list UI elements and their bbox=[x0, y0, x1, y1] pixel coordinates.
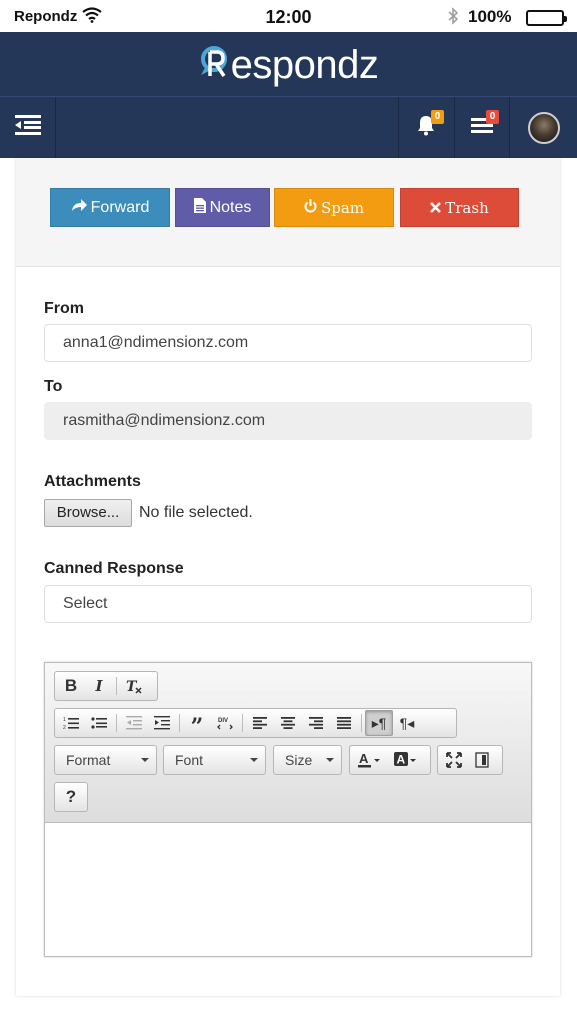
italic-icon[interactable]: I bbox=[85, 673, 113, 699]
spam-label: Spam bbox=[320, 198, 365, 217]
size-dropdown[interactable]: Size bbox=[273, 745, 342, 775]
respondz-logo[interactable]: espondz bbox=[0, 42, 577, 88]
close-x-icon bbox=[430, 199, 442, 217]
file-status-text: No file selected. bbox=[139, 504, 253, 521]
font-dropdown[interactable]: Font bbox=[163, 745, 266, 775]
brand-bar: espondz bbox=[0, 32, 577, 96]
outdent-icon[interactable] bbox=[120, 710, 148, 736]
bold-icon[interactable]: B bbox=[57, 673, 85, 699]
svg-text:A: A bbox=[397, 753, 406, 767]
chevron-down-icon bbox=[326, 758, 334, 762]
show-blocks-icon[interactable] bbox=[468, 747, 496, 773]
blockquote-icon[interactable]: ” bbox=[183, 710, 211, 740]
canned-response-label: Canned Response bbox=[44, 560, 184, 577]
svg-text:1: 1 bbox=[63, 717, 66, 723]
svg-text:2: 2 bbox=[63, 725, 66, 730]
maximize-icon[interactable] bbox=[440, 747, 468, 773]
format-dropdown[interactable]: Format bbox=[54, 745, 157, 775]
sidebar-toggle-button[interactable] bbox=[0, 97, 56, 158]
battery-icon bbox=[526, 10, 567, 26]
bulleted-list-icon[interactable] bbox=[85, 710, 113, 736]
compose-card: Forward Notes Spam Trash From anna1@ndim… bbox=[16, 158, 560, 996]
forward-label: Forward bbox=[90, 198, 150, 216]
chevron-down-icon bbox=[250, 758, 258, 762]
notifications-button[interactable]: 0 bbox=[399, 97, 453, 158]
avatar bbox=[528, 111, 560, 144]
tasks-button[interactable]: 0 bbox=[455, 97, 509, 158]
editor-content-area[interactable] bbox=[45, 823, 531, 956]
top-nav: 0 0 bbox=[0, 96, 577, 158]
colors-group: A A bbox=[349, 745, 431, 775]
share-arrow-icon bbox=[71, 198, 87, 217]
notifications-badge: 0 bbox=[431, 110, 444, 124]
notes-button[interactable]: Notes bbox=[175, 188, 270, 227]
tools-group bbox=[437, 745, 503, 775]
text-direction-ltr-icon[interactable]: ▸¶ bbox=[365, 710, 393, 736]
help-button[interactable]: ? bbox=[57, 784, 85, 810]
align-center-icon[interactable] bbox=[274, 710, 302, 736]
chevron-down-icon bbox=[141, 758, 149, 762]
attachments-label: Attachments bbox=[44, 473, 141, 490]
forward-button[interactable]: Forward bbox=[50, 188, 170, 227]
indent-icon[interactable] bbox=[148, 710, 176, 736]
from-field[interactable]: anna1@ndimensionz.com bbox=[44, 324, 532, 362]
menu-collapse-icon bbox=[14, 115, 41, 140]
svg-text:DIV: DIV bbox=[218, 718, 228, 724]
numbered-list-icon[interactable]: 12 bbox=[57, 710, 85, 736]
canned-response-select[interactable]: Select bbox=[44, 585, 532, 623]
notes-label: Notes bbox=[209, 198, 252, 216]
text-color-icon[interactable]: A bbox=[352, 747, 388, 773]
basic-styles-group: B I T bbox=[54, 671, 158, 701]
nav-divider bbox=[509, 97, 510, 158]
from-label: From bbox=[44, 300, 84, 317]
align-right-icon[interactable] bbox=[302, 710, 330, 736]
bluetooth-icon bbox=[447, 7, 459, 30]
to-field[interactable]: rasmitha@ndimensionz.com bbox=[44, 402, 532, 440]
create-div-icon[interactable]: DIV bbox=[211, 710, 239, 736]
justify-icon[interactable] bbox=[330, 710, 358, 736]
align-left-icon[interactable] bbox=[246, 710, 274, 736]
battery-percent: 100% bbox=[468, 7, 512, 26]
logo-r-mark bbox=[199, 42, 233, 82]
text-direction-rtl-icon[interactable]: ¶◂ bbox=[393, 710, 421, 736]
trash-button[interactable]: Trash bbox=[400, 188, 519, 227]
svg-text:A: A bbox=[359, 752, 369, 766]
rich-text-editor: B I T 12 ” DIV ▸¶ ¶◂ Format Font Size A … bbox=[44, 662, 532, 957]
format-label: Format bbox=[66, 752, 111, 768]
browse-button[interactable]: Browse... bbox=[44, 499, 132, 527]
remove-format-icon[interactable]: T bbox=[120, 673, 148, 699]
font-label: Font bbox=[175, 752, 204, 768]
editor-toolbar: B I T 12 ” DIV ▸¶ ¶◂ Format Font Size A … bbox=[45, 663, 531, 823]
paragraph-group: 12 ” DIV ▸¶ ¶◂ bbox=[54, 708, 457, 740]
background-color-icon[interactable]: A bbox=[388, 747, 424, 773]
logo-text: espondz bbox=[230, 43, 379, 87]
user-menu-button[interactable] bbox=[517, 97, 571, 158]
tasks-badge: 0 bbox=[486, 110, 499, 124]
trash-label: Trash bbox=[445, 198, 489, 217]
document-icon bbox=[193, 197, 206, 218]
action-toolbar: Forward Notes Spam Trash bbox=[16, 158, 560, 267]
power-icon bbox=[304, 198, 317, 217]
size-label: Size bbox=[285, 752, 313, 768]
to-label: To bbox=[44, 378, 63, 395]
spam-button[interactable]: Spam bbox=[274, 188, 394, 227]
help-group: ? bbox=[54, 782, 88, 812]
status-bar: Repondz 12:00 100% bbox=[0, 0, 577, 32]
